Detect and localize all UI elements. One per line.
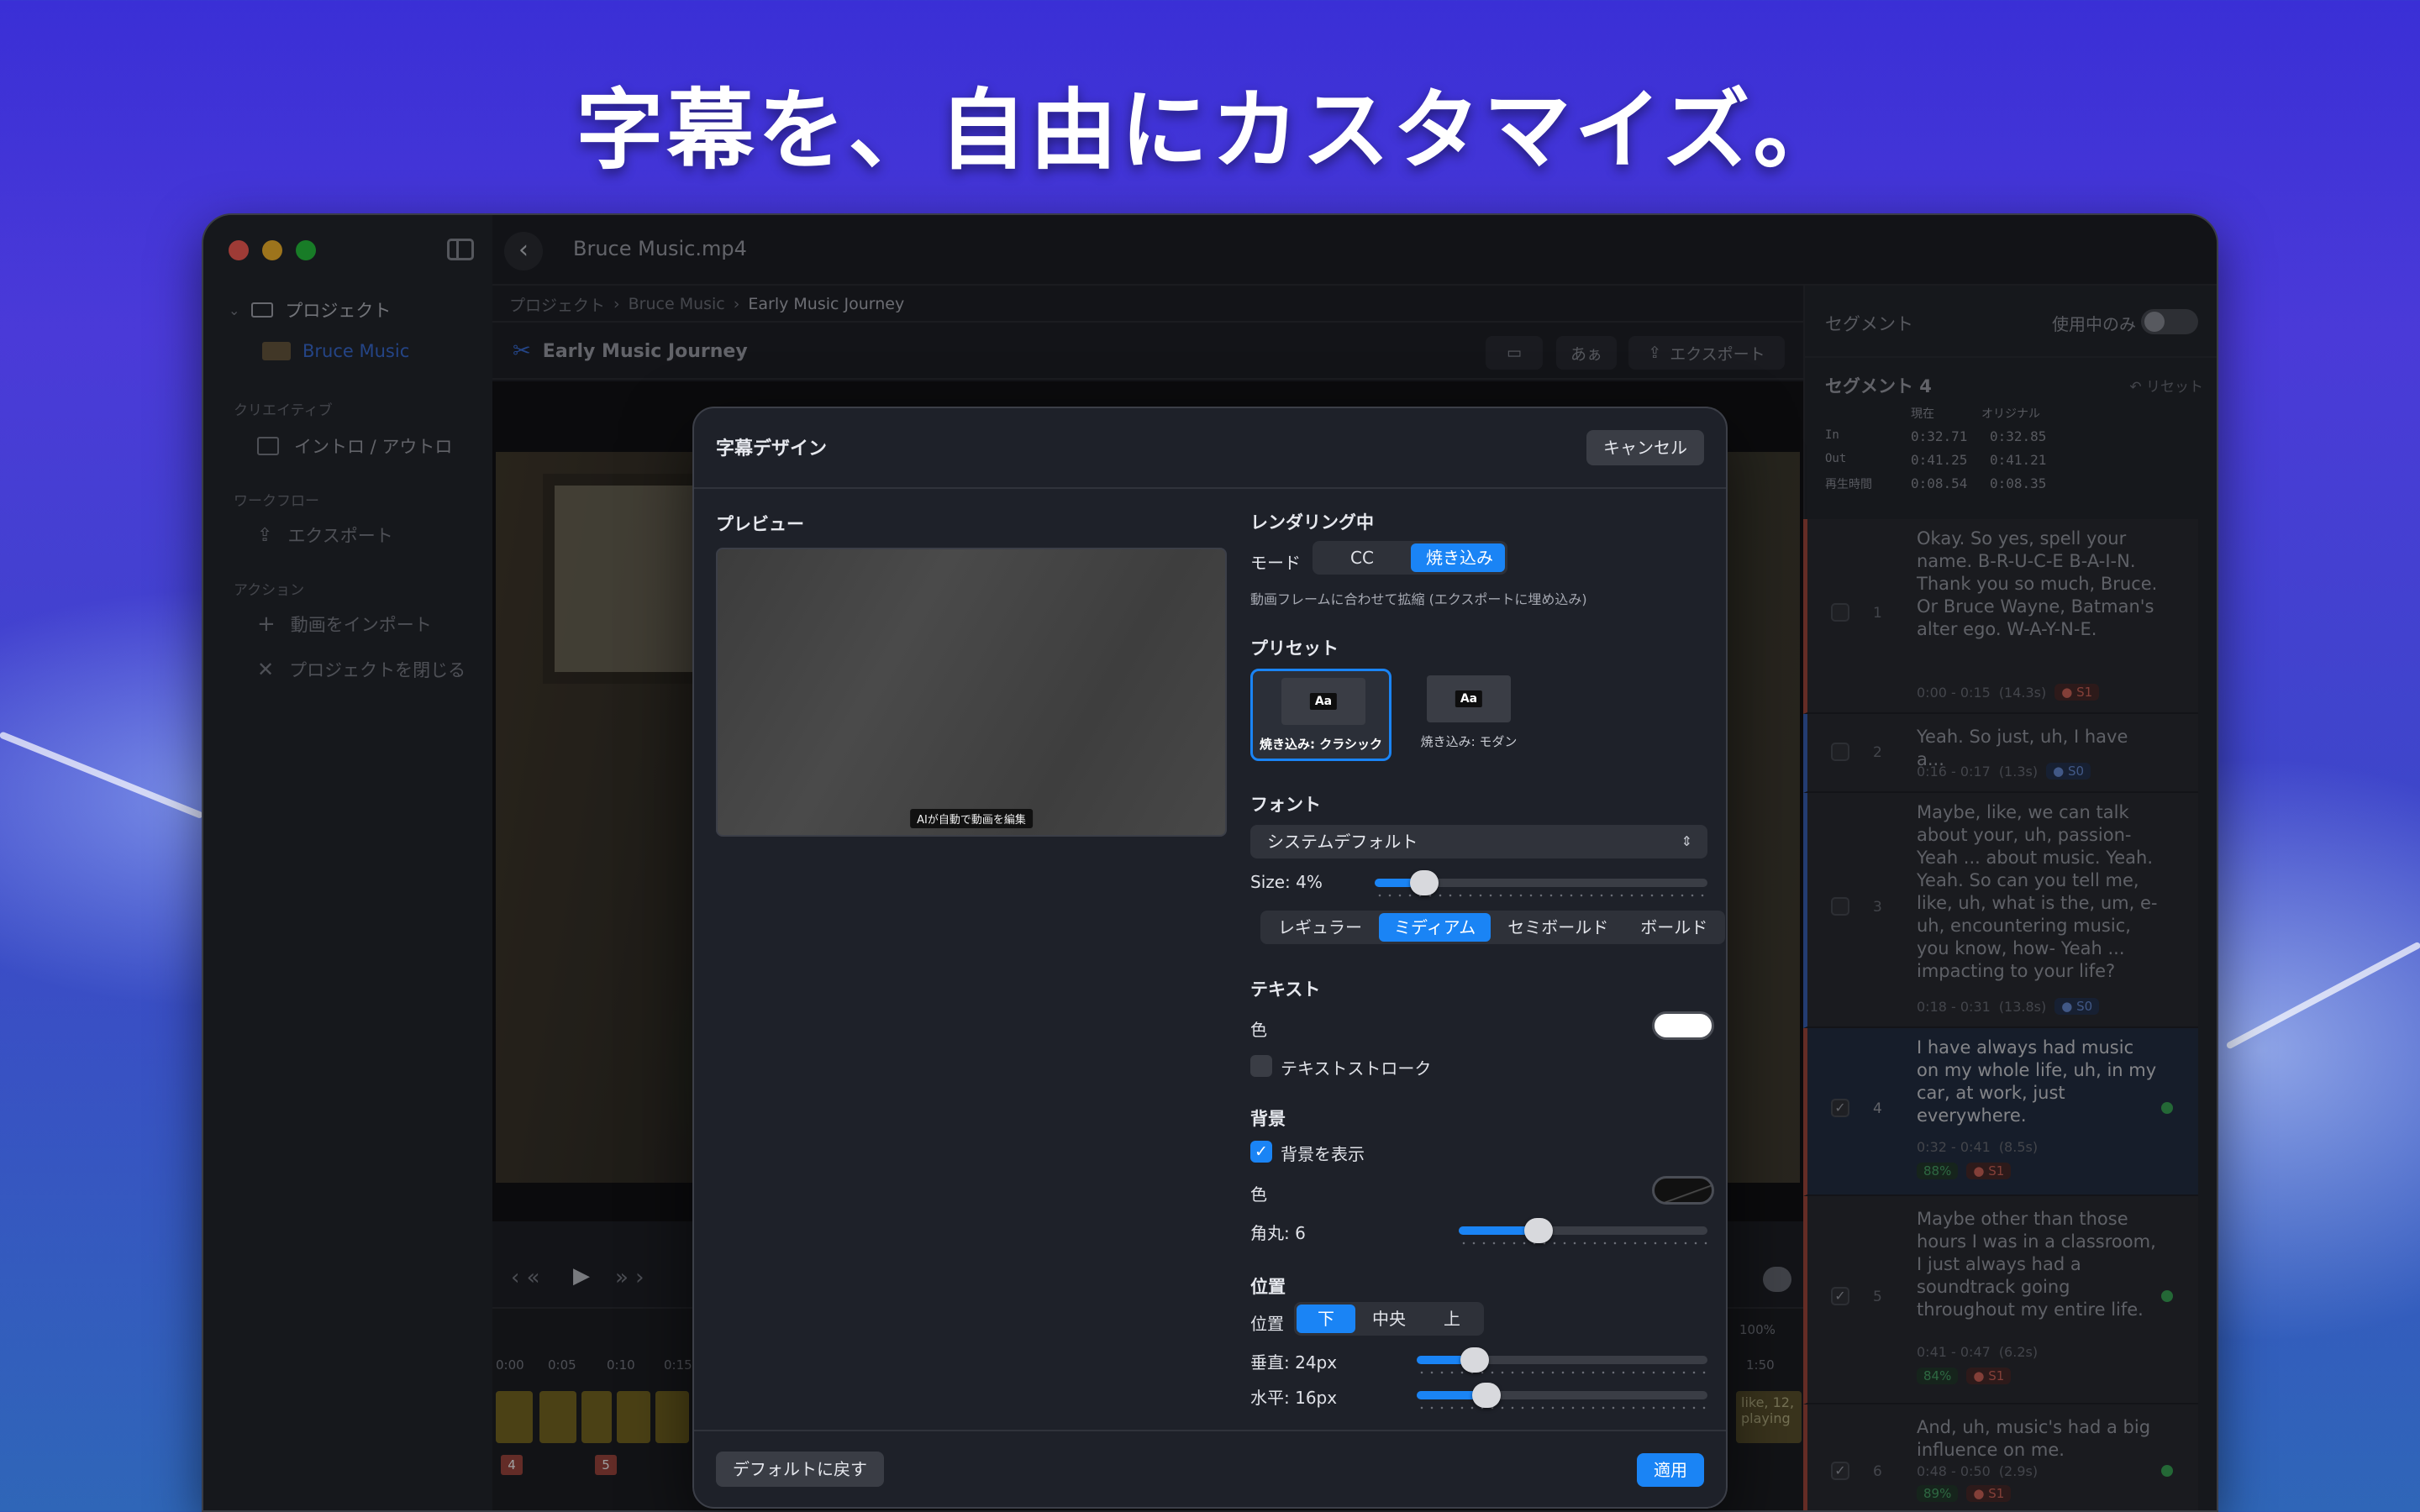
- chevron-up-down-icon: ⇕: [1681, 833, 1692, 849]
- preset-modern[interactable]: Aa 焼き込み: モダン: [1398, 669, 1539, 761]
- mode-hint: 動画フレームに合わせて拡縮 (エクスポートに埋め込み): [1250, 591, 1587, 607]
- dialog-footer: デフォルトに戻す 適用: [694, 1430, 1726, 1507]
- slider-ticks: [1417, 1371, 1707, 1374]
- preset-thumbnail: Aa: [1281, 678, 1365, 725]
- text-color-label: 色: [1250, 1020, 1267, 1040]
- background-color-label: 色: [1250, 1184, 1267, 1205]
- corner-radius-slider[interactable]: [1459, 1218, 1707, 1245]
- background-color-well[interactable]: [1652, 1176, 1714, 1205]
- vertical-offset-slider[interactable]: [1417, 1347, 1707, 1374]
- horizontal-label: 水平: 16px: [1250, 1388, 1338, 1408]
- preview-caption: AIが自動で動画を編集: [910, 809, 1033, 828]
- dialog-header: 字幕デザイン キャンセル: [694, 408, 1726, 489]
- text-title: テキスト: [1250, 979, 1321, 1000]
- preset-name: 焼き込み: クラシック: [1260, 737, 1382, 752]
- size-label: Size: 4%: [1250, 872, 1323, 892]
- preview-label: プレビュー: [716, 514, 804, 534]
- reset-default-button[interactable]: デフォルトに戻す: [716, 1452, 884, 1487]
- font-title: フォント: [1250, 795, 1321, 815]
- mode-option-burn-in[interactable]: 焼き込み: [1411, 543, 1505, 572]
- position-label: 位置: [1250, 1314, 1284, 1334]
- preset-thumbnail: Aa: [1427, 675, 1511, 722]
- apply-button[interactable]: 適用: [1637, 1453, 1704, 1487]
- font-value: システムデフォルト: [1267, 832, 1418, 852]
- position-title: 位置: [1250, 1277, 1286, 1297]
- slider-ticks: [1459, 1242, 1707, 1245]
- cancel-button[interactable]: キャンセル: [1586, 430, 1704, 465]
- text-color-well[interactable]: [1652, 1011, 1714, 1040]
- preset-title: プリセット: [1250, 638, 1339, 659]
- font-select[interactable]: システムデフォルト ⇕: [1250, 825, 1707, 858]
- rendering-title: レンダリング中: [1250, 512, 1374, 533]
- preset-thumb-text: Aa: [1309, 693, 1338, 710]
- preset-thumb-text: Aa: [1455, 690, 1483, 707]
- font-weight-segmented-control: レギュラー ミディアム セミボールド ボールド: [1260, 911, 1726, 944]
- preset-name: 焼き込み: モダン: [1420, 734, 1518, 749]
- show-background-label: 背景を表示: [1281, 1144, 1365, 1164]
- background-title: 背景: [1250, 1109, 1286, 1129]
- vertical-label: 垂直: 24px: [1250, 1352, 1338, 1373]
- position-option-center[interactable]: 中央: [1357, 1305, 1421, 1333]
- weight-option-regular[interactable]: レギュラー: [1263, 913, 1377, 942]
- slider-knob[interactable]: [1524, 1218, 1553, 1243]
- horizontal-offset-slider[interactable]: [1417, 1383, 1707, 1410]
- mode-segmented-control: CC 焼き込み: [1313, 541, 1507, 575]
- preset-classic[interactable]: Aa 焼き込み: クラシック: [1250, 669, 1392, 761]
- headline: 字幕を、自由にカスタマイズ。: [576, 79, 1844, 181]
- size-slider[interactable]: [1375, 870, 1707, 897]
- mode-label: モード: [1250, 553, 1301, 573]
- position-segmented-control: 下 中央 上: [1294, 1302, 1484, 1336]
- position-option-top[interactable]: 上: [1423, 1305, 1481, 1333]
- weight-option-medium[interactable]: ミディアム: [1379, 913, 1491, 942]
- radius-label: 角丸: 6: [1250, 1223, 1306, 1243]
- show-background-checkbox[interactable]: ✓: [1250, 1141, 1272, 1163]
- text-stroke-label: テキストストローク: [1281, 1058, 1432, 1079]
- weight-option-semibold[interactable]: セミボールド: [1492, 913, 1623, 942]
- slider-knob[interactable]: [1410, 870, 1439, 895]
- dialog-title: 字幕デザイン: [716, 438, 828, 459]
- position-option-bottom[interactable]: 下: [1297, 1305, 1355, 1333]
- weight-option-bold[interactable]: ボールド: [1625, 913, 1723, 942]
- slider-knob[interactable]: [1460, 1347, 1489, 1373]
- mode-option-cc[interactable]: CC: [1315, 543, 1409, 572]
- subtitle-preview: AIが自動で動画を編集: [716, 548, 1227, 837]
- subtitle-design-dialog: 字幕デザイン キャンセル プレビュー AIが自動で動画を編集 レンダリング中 モ…: [692, 407, 1728, 1509]
- slider-knob[interactable]: [1472, 1383, 1501, 1408]
- slider-ticks: [1417, 1406, 1707, 1410]
- text-stroke-checkbox[interactable]: [1250, 1055, 1272, 1077]
